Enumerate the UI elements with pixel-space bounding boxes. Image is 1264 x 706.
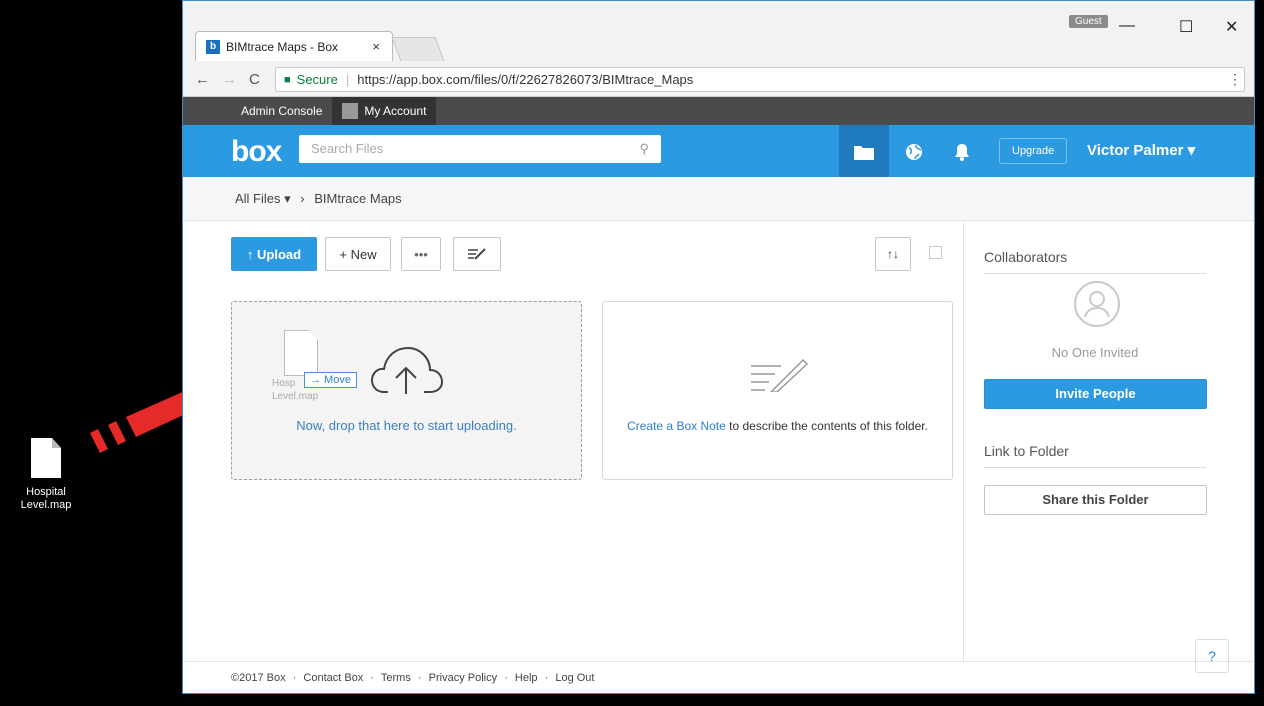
empty-user-avatar-icon — [1074, 281, 1120, 327]
desktop-file-label: Hospital Level.map — [20, 486, 72, 511]
box-favicon-icon: b — [206, 39, 220, 54]
secure-label: Secure — [296, 72, 338, 87]
notifications-bell-icon[interactable] — [937, 125, 987, 177]
breadcrumb-all-files[interactable]: All Files ▾ — [235, 191, 291, 206]
share-folder-button[interactable]: Share this Folder — [984, 485, 1207, 515]
box-note-icon — [751, 358, 809, 392]
files-folder-icon[interactable] — [839, 125, 889, 177]
sort-button[interactable]: ↑↓ — [875, 237, 911, 271]
forward-icon[interactable]: → — [222, 71, 237, 88]
lock-icon: ■ — [284, 73, 291, 86]
bookmark-bar: Admin Console My Account — [183, 97, 1254, 125]
browser-menu-icon[interactable]: ⋮ — [1228, 71, 1242, 88]
tab-title: BIMtrace Maps - Box — [226, 39, 339, 54]
reload-icon[interactable]: C — [249, 71, 260, 88]
box-notes-button[interactable] — [453, 237, 501, 271]
footer-privacy-link[interactable]: Privacy Policy — [429, 672, 497, 684]
browser-window: b BIMtrace Maps - Box × Guest — ☐ ✕ ← → … — [182, 0, 1255, 694]
note-description: Create a Box Note to describe the conten… — [627, 419, 928, 433]
note-pencil-icon — [468, 248, 486, 260]
omnibox-divider: | — [345, 72, 350, 87]
no-collaborators-text: No One Invited — [1051, 345, 1139, 360]
footer-help-link[interactable]: Help — [515, 672, 538, 684]
url-text: https://app.box.com/files/0/f/2262782607… — [357, 72, 694, 87]
minimize-icon[interactable]: — — [1119, 17, 1135, 35]
breadcrumb-current: BIMtrace Maps — [314, 191, 402, 206]
box-logo[interactable]: box — [231, 135, 282, 169]
new-tab-button[interactable] — [391, 37, 445, 61]
footer: ©2017 Box · Contact Box · Terms · Privac… — [183, 661, 1254, 693]
upgrade-button[interactable]: Upgrade — [999, 138, 1068, 164]
dragged-file-icon — [284, 330, 318, 376]
breadcrumb: All Files ▾ › BIMtrace Maps — [183, 177, 1254, 221]
tab-close-icon[interactable]: × — [372, 39, 380, 54]
tab-bimtrace-maps[interactable]: b BIMtrace Maps - Box × — [195, 31, 393, 61]
close-window-icon[interactable]: ✕ — [1225, 17, 1238, 37]
search-input[interactable]: Search Files ⚲ — [299, 135, 661, 163]
upload-button[interactable]: ↑ Upload — [231, 237, 317, 271]
new-button[interactable]: + New — [325, 237, 391, 271]
drop-instruction: Now, drop that here to start uploading. — [296, 418, 517, 433]
desktop-file-hospital-map[interactable]: Hospital Level.map — [14, 438, 78, 512]
search-icon: ⚲ — [639, 141, 649, 156]
user-menu[interactable]: Victor Palmer ▾ — [1087, 141, 1195, 159]
globe-icon[interactable] — [889, 125, 939, 177]
title-bar: b BIMtrace Maps - Box × Guest — ☐ ✕ — [183, 1, 1254, 63]
right-sidebar: Collaborators No One Invited Invite Peop… — [963, 221, 1254, 661]
guest-badge[interactable]: Guest — [1069, 15, 1108, 28]
select-all-checkbox[interactable] — [929, 246, 942, 259]
file-icon — [31, 438, 61, 478]
account-avatar-icon — [342, 103, 359, 119]
sort-icon: ↑↓ — [887, 247, 899, 261]
bookmark-admin-console[interactable]: Admin Console — [231, 97, 332, 125]
breadcrumb-separator: › — [300, 191, 305, 206]
url-input[interactable]: ■ Secure | https://app.box.com/files/0/f… — [275, 67, 1245, 92]
invite-people-button[interactable]: Invite People — [984, 379, 1207, 409]
upload-drop-zone[interactable]: Hosp Level.map → Move Now, drop that her… — [231, 301, 582, 480]
footer-contact-link[interactable]: Contact Box — [303, 672, 363, 684]
box-note-card[interactable]: Create a Box Note to describe the conten… — [602, 301, 953, 480]
footer-terms-link[interactable]: Terms — [381, 672, 411, 684]
footer-logout-link[interactable]: Log Out — [555, 672, 594, 684]
address-bar: ← → C ■ Secure | https://app.box.com/fil… — [183, 63, 1254, 97]
bookmark-my-account[interactable]: My Account — [332, 97, 437, 125]
cloud-upload-icon — [370, 346, 444, 394]
link-to-folder-heading: Link to Folder — [984, 443, 1206, 468]
footer-copyright: ©2017 Box — [231, 672, 286, 684]
more-options-button[interactable]: ••• — [401, 237, 441, 271]
collaborators-heading: Collaborators — [984, 249, 1206, 274]
dragged-file-label: Hosp — [272, 378, 296, 389]
move-tooltip: → Move — [304, 372, 357, 388]
back-icon[interactable]: ← — [195, 71, 210, 88]
maximize-icon[interactable]: ☐ — [1179, 17, 1193, 37]
box-header: box Search Files ⚲ Upgrade Victor Palmer… — [183, 125, 1254, 177]
create-box-note-link[interactable]: Create a Box Note — [627, 419, 726, 433]
dragged-file-label-2: Level.map — [272, 391, 319, 402]
